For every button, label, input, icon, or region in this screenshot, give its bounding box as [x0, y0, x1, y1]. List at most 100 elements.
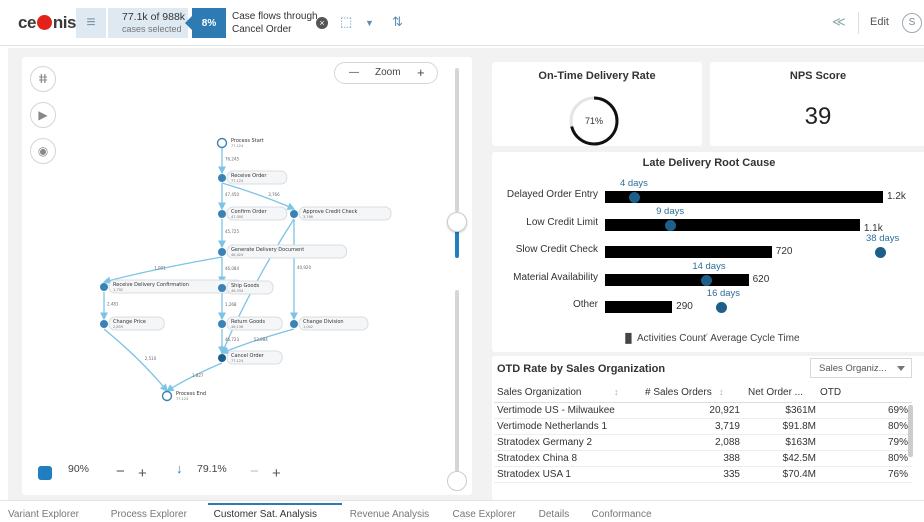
cycle-time-point[interactable]	[701, 274, 713, 286]
table-cell: $91.8M	[782, 421, 816, 432]
table-row[interactable]: Vertimode US - Milwaukee 20,921 $361M 69%	[494, 404, 912, 419]
count-bar[interactable]	[605, 246, 772, 258]
col-header-otd[interactable]: OTD	[820, 387, 841, 398]
table-cell: 20,921	[709, 405, 740, 416]
sort-icon[interactable]: ↕	[719, 387, 724, 397]
activity-increase-button[interactable]: +	[138, 465, 147, 482]
activity-slider-handle[interactable]	[447, 212, 467, 232]
zoom-label: Zoom	[375, 67, 401, 78]
remove-filter-icon[interactable]: ×	[316, 17, 328, 29]
col-header-sales-orders[interactable]: # Sales Orders	[645, 387, 712, 398]
table-row[interactable]: Stratodex Germany 2 2,088 $163M 79%	[494, 436, 912, 451]
table-cell: 388	[723, 453, 740, 464]
slider-track-upper[interactable]	[455, 68, 459, 212]
bar-chart-icon: ▐▌	[622, 333, 635, 343]
sales-org-dropdown[interactable]: Sales Organiz...	[810, 358, 912, 378]
tab-revenue-analysis[interactable]: Revenue Analysis	[350, 509, 430, 520]
top-bar: ce nis ≡ 77.1k of 988k cases selected 8% …	[0, 0, 924, 46]
count-value-label: 720	[775, 246, 793, 257]
legend-activities-label: Activities Count	[637, 333, 706, 344]
zoom-out-button[interactable]: —	[349, 67, 359, 78]
filter-adjust-icon[interactable]: ⇅	[392, 14, 403, 30]
edit-button[interactable]: Edit	[870, 16, 889, 28]
chart-title: Late Delivery Root Cause	[642, 157, 776, 169]
sort-icon[interactable]: ↕	[614, 387, 619, 397]
otd-table-title: OTD Rate by Sales Organization	[497, 363, 666, 375]
count-bar[interactable]	[605, 191, 883, 203]
chevron-down-icon[interactable]: ▼	[365, 18, 374, 28]
selection-count: 77.1k of 988k	[122, 11, 186, 23]
cycle-time-point[interactable]	[715, 302, 727, 313]
table-cell: $163M	[785, 437, 816, 448]
eye-icon[interactable]: ◉	[30, 138, 56, 164]
activity-percent: 90%	[68, 463, 90, 475]
table-cell: 79%	[887, 437, 908, 448]
legend-activities-count[interactable]: ▐▌ Activities Count	[622, 333, 706, 344]
selection-tool-icon[interactable]: ⬚	[340, 14, 352, 30]
category-label: Delayed Order Entry	[506, 189, 598, 200]
activities-icon	[38, 466, 52, 480]
connection-increase-button[interactable]: +	[272, 465, 281, 482]
active-filter[interactable]: Case flows through Cancel Order	[232, 10, 318, 36]
activity-decrease-button[interactable]: −	[116, 463, 125, 480]
zoom-in-button[interactable]: +	[417, 65, 425, 80]
tab-case-explorer[interactable]: Case Explorer	[453, 509, 516, 520]
ontime-delivery-value: 71%	[585, 116, 603, 126]
col-header-net-order[interactable]: Net Order ...	[748, 387, 803, 398]
table-row[interactable]: Vertimode Netherlands 1 3,719 $91.8M 80%	[494, 420, 912, 435]
connection-decrease-button[interactable]: −	[250, 463, 259, 480]
cycle-time-point[interactable]	[875, 247, 886, 258]
table-cell: 76%	[887, 469, 908, 480]
cycle-time-point[interactable]	[665, 219, 677, 231]
count-value-label: 1.1k	[863, 222, 883, 234]
connection-percent: 79.1%	[197, 463, 227, 475]
col-header-sales-org[interactable]: Sales Organization	[497, 387, 582, 398]
zoom-control: — Zoom +	[334, 62, 438, 84]
connection-slider-handle[interactable]	[447, 471, 467, 491]
tab-variant-explorer[interactable]: Variant Explorer	[8, 509, 79, 520]
cycle-time-label: 9 days	[656, 205, 685, 217]
cycle-time-label: 14 days	[692, 260, 726, 272]
table-cell: $70.4M	[782, 469, 816, 480]
filter-line-1: Case flows through	[232, 11, 318, 22]
table-scrollbar[interactable]	[908, 405, 913, 457]
play-icon[interactable]: ▶	[30, 102, 56, 128]
avatar[interactable]: S	[902, 13, 922, 33]
count-bar[interactable]	[605, 218, 860, 231]
menu-icon[interactable]: ≡	[76, 8, 106, 38]
connections-icon: ↓	[176, 461, 183, 476]
table-cell: $42.5M	[782, 453, 816, 464]
cycle-time-label: 4 days	[619, 178, 648, 189]
nps-title: NPS Score	[789, 70, 847, 82]
legend-cycle-time[interactable]: ⟋ Average Cycle Time	[701, 333, 800, 344]
table-cell: $361M	[785, 405, 816, 416]
table-row[interactable]: Stratodex USA 1 335 $70.4M 76%	[494, 468, 912, 483]
layout-icon[interactable]: ⵌ	[30, 66, 56, 92]
header-divider	[494, 402, 912, 403]
count-bar[interactable]	[605, 301, 673, 313]
ontime-delivery-title: On-Time Delivery Rate	[538, 70, 656, 82]
nps-value: 39	[804, 103, 832, 130]
celonis-logo[interactable]: ce nis	[18, 13, 76, 33]
category-label: Other	[572, 299, 598, 310]
divider	[858, 12, 859, 34]
tab-customer-sat-analysis[interactable]: Customer Sat. Analysis	[214, 509, 317, 520]
selection-percent-badge: 8%	[185, 8, 226, 38]
cycle-time-point[interactable]	[628, 192, 640, 203]
share-icon[interactable]: ≪	[832, 14, 846, 30]
filter-line-2: Cancel Order	[232, 24, 292, 35]
table-row[interactable]: Stratodex China 8 388 $42.5M 80%	[494, 452, 912, 467]
table-cell: Stratodex USA 1	[497, 469, 571, 480]
tab-process-explorer[interactable]: Process Explorer	[111, 509, 187, 520]
legend-cycle-label: Average Cycle Time	[710, 333, 800, 344]
active-tab-underline	[207, 503, 342, 505]
table-cell: 69%	[887, 405, 908, 416]
count-bar[interactable]	[605, 273, 749, 286]
table-cell: Stratodex Germany 2	[497, 437, 593, 448]
slider-track-lower[interactable]	[455, 290, 459, 472]
table-cell: 80%	[887, 453, 908, 464]
tab-details[interactable]: Details	[539, 509, 570, 520]
selection-label: cases selected	[122, 24, 182, 34]
selection-summary[interactable]: 77.1k of 988k cases selected	[108, 8, 188, 38]
tab-conformance[interactable]: Conformance	[592, 509, 652, 520]
